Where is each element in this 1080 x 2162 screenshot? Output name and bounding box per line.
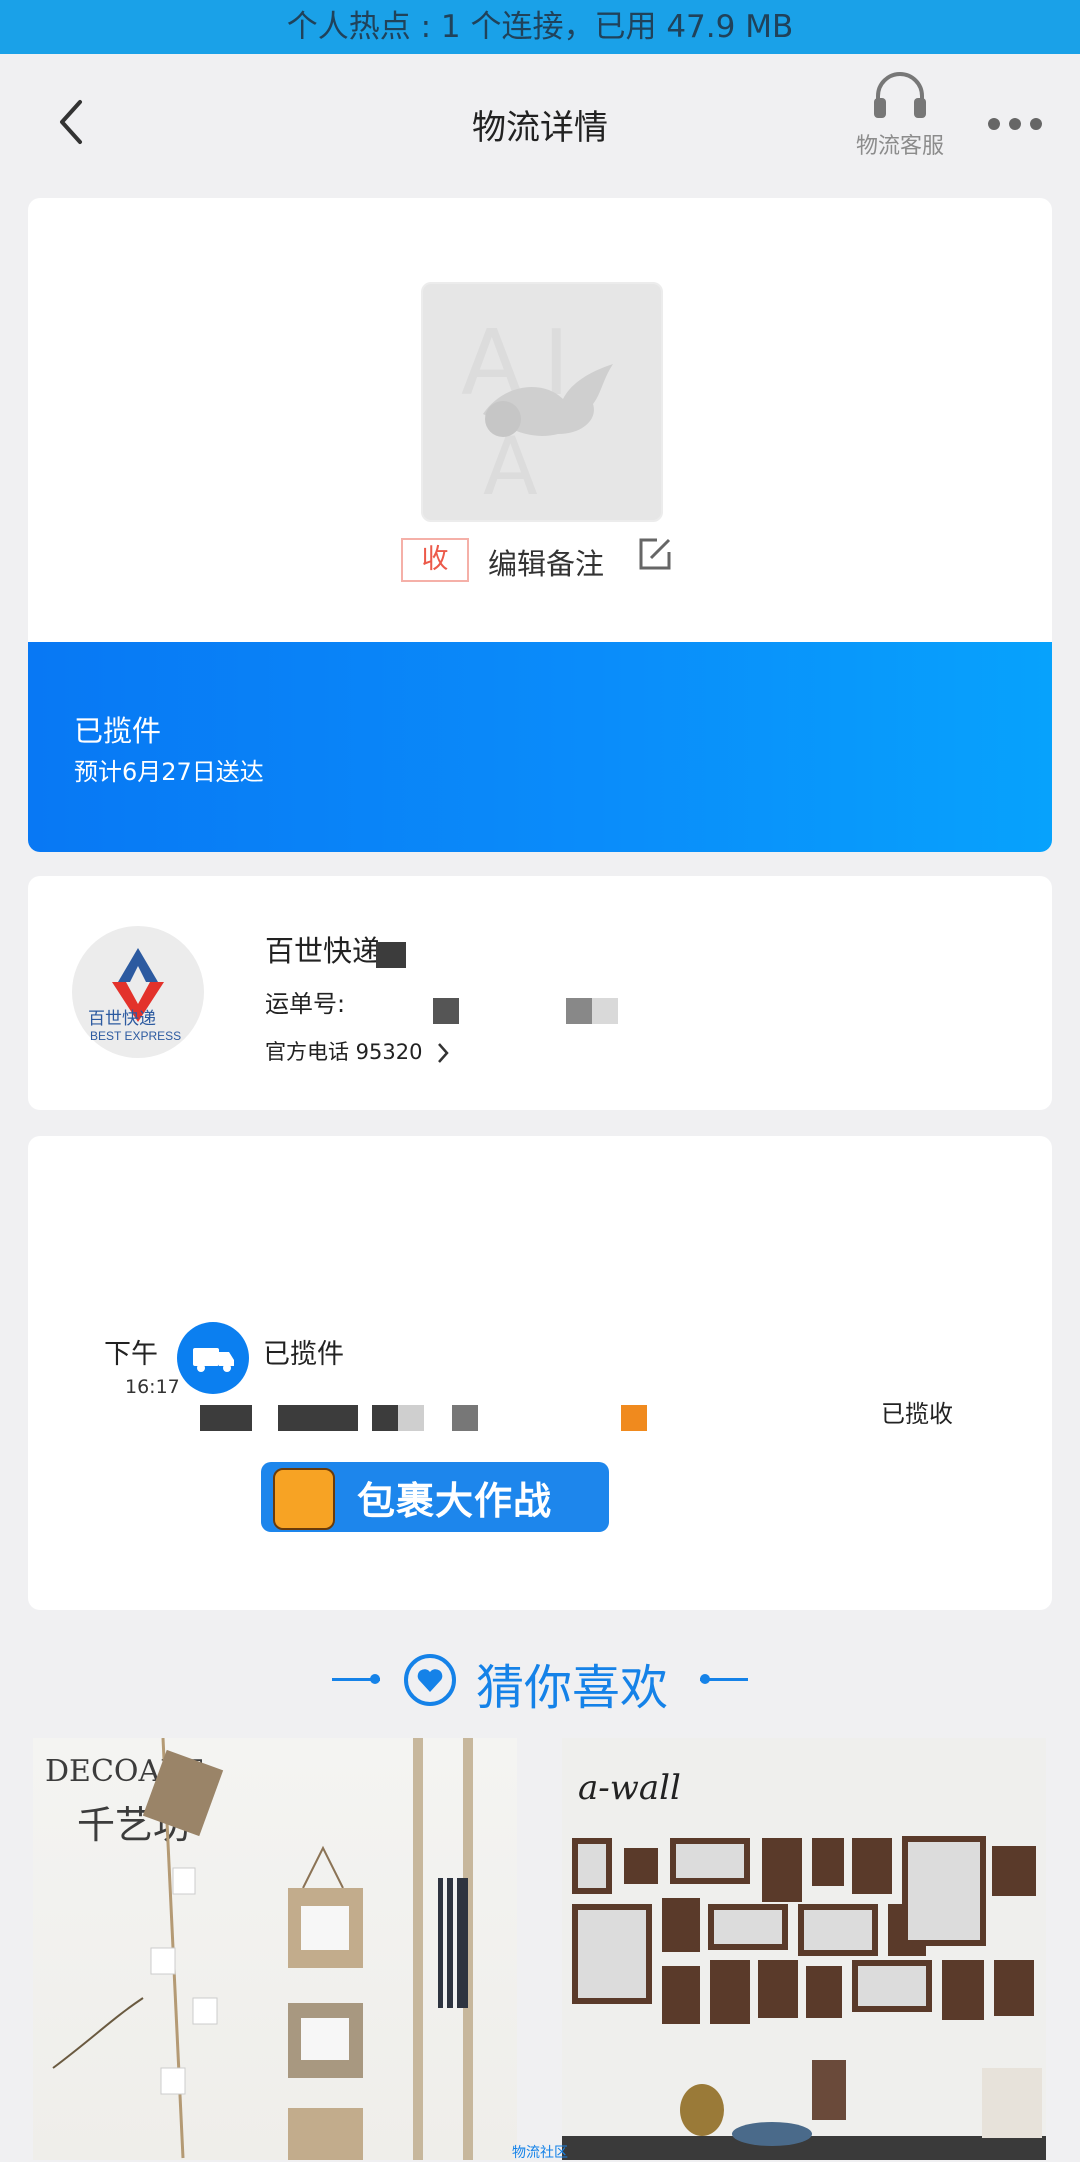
customer-service-label: 物流客服 [855, 134, 944, 159]
redaction [278, 1405, 358, 1431]
redaction [621, 1405, 647, 1431]
truck-status-icon [177, 1322, 249, 1394]
more-button[interactable] [980, 104, 1050, 144]
redaction [376, 942, 406, 968]
package-card: A I A 收 编辑备注 已揽件 预计6月27日送达 [28, 198, 1052, 852]
logo-text-en: BEST EXPRESS [90, 1029, 181, 1043]
event-status: 已揽件 [263, 1339, 344, 1370]
nav-bar: 物流详情 物流客服 [0, 54, 1080, 194]
event-time-period: 下午 [104, 1339, 158, 1370]
redaction [372, 1405, 398, 1431]
event-time: 16:17 [125, 1376, 180, 1398]
edit-icon [639, 538, 671, 570]
product-card[interactable]: DECOART 千艺坊 [33, 1738, 517, 2160]
edit-note-button[interactable] [635, 534, 675, 578]
redaction [592, 998, 618, 1024]
waybill-number: 运单号: [265, 990, 346, 1018]
decor-dot [370, 1674, 380, 1684]
community-link[interactable]: 物流社区 [512, 2142, 568, 2162]
delivery-eta: 预计6月27日送达 [74, 758, 264, 786]
package-status: 已揽件 [74, 714, 162, 748]
status-bar: 个人热点 : 1 个连接，已用 47.9 MB [0, 0, 1080, 54]
redaction [433, 998, 459, 1024]
edit-note-label[interactable]: 编辑备注 [488, 541, 604, 583]
heart-icon [404, 1654, 456, 1706]
event-description: 已揽收 [881, 1400, 953, 1428]
product-image [52, 1738, 473, 2160]
chevron-right-icon [438, 1043, 449, 1063]
recommend-title: 猜你喜欢 [476, 1660, 669, 1716]
promo-banner[interactable]: 包裹大作战 [261, 1462, 609, 1532]
promo-text: 包裹大作战 [357, 1479, 553, 1523]
status-banner: 已揽件 预计6月27日送达 [28, 642, 1052, 852]
redaction [452, 1405, 478, 1431]
redaction [398, 1405, 424, 1431]
decor-line [700, 1678, 748, 1681]
redaction [200, 1405, 252, 1431]
customer-service-button[interactable]: 物流客服 [840, 70, 960, 180]
truck-icon [193, 1348, 234, 1372]
more-dots-icon [988, 118, 1042, 130]
courier-name: 百世快递 [265, 934, 382, 968]
promo-mascot-icon [273, 1468, 335, 1530]
tracking-card: 下午 16:17 已揽件 已揽收 包裹大作战 [28, 1136, 1052, 1610]
package-image[interactable]: A I A [421, 282, 663, 522]
redaction [566, 998, 592, 1024]
recommend-header: 猜你喜欢 [0, 1640, 1080, 1720]
product-card[interactable]: a-wall [562, 1738, 1046, 2160]
courier-card: 百世快递 BEST EXPRESS 百世快递 运单号: 官方电话 95320 [28, 876, 1052, 1110]
courier-phone: 官方电话 95320 [265, 1040, 423, 1064]
logo-text-cn: 百世快递 [88, 1009, 156, 1028]
headset-icon [874, 72, 926, 118]
best-express-logo-icon: 百世快递 BEST EXPRESS [88, 948, 181, 1043]
courier-phone-link[interactable]: 官方电话 95320 [265, 1036, 451, 1066]
receive-tag: 收 [401, 538, 469, 582]
bird-placeholder-icon: A I A [461, 311, 613, 513]
courier-logo: 百世快递 BEST EXPRESS [72, 926, 204, 1058]
product-brand: a-wall [578, 1768, 681, 1808]
